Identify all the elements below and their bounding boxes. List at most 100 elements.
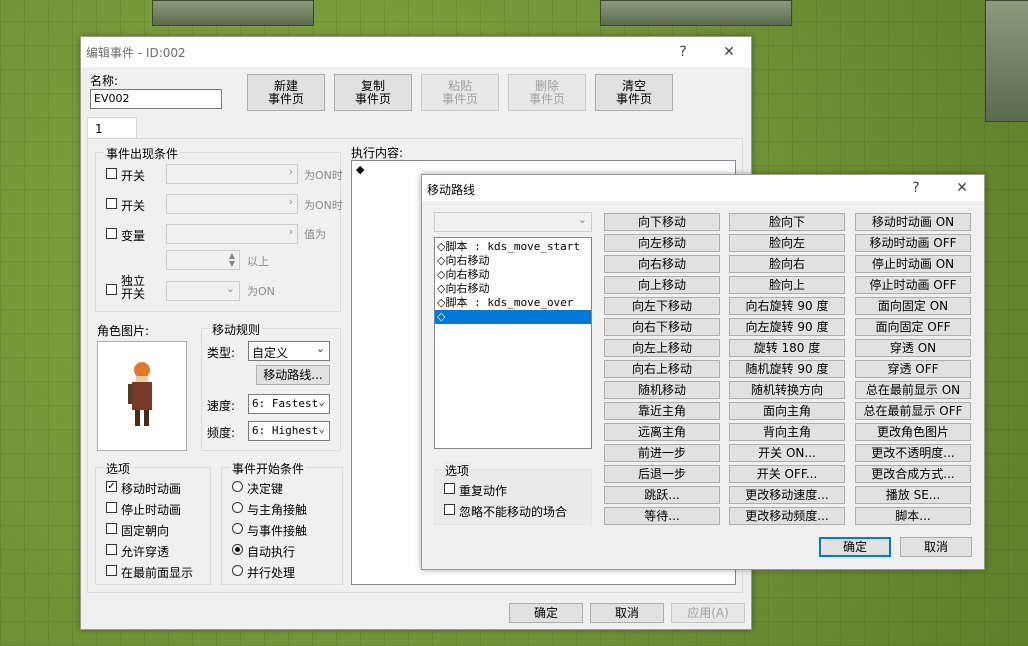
variable-checkbox[interactable] <box>106 228 117 239</box>
clear-page-button[interactable]: 清空 事件页 <box>595 74 673 111</box>
route-command-button[interactable]: 总在最前显示 OFF <box>855 402 971 420</box>
tab-page-1[interactable]: 1 <box>87 117 137 139</box>
route-command-button[interactable]: 向上移动 <box>604 276 720 294</box>
trigger-radio[interactable] <box>232 523 243 534</box>
route-command-button[interactable]: 背向主角 <box>729 423 845 441</box>
dialog-title: 移动路线 <box>427 183 476 197</box>
route-command-button[interactable]: 向右上移动 <box>604 360 720 378</box>
route-command-button[interactable]: 移动时动画 OFF <box>855 234 971 252</box>
route-command-button[interactable]: 等待... <box>604 507 720 525</box>
option-checkbox[interactable] <box>106 544 117 555</box>
route-list-item[interactable]: ◇脚本 : kds_move_over <box>435 296 591 310</box>
route-list-item[interactable]: ◇向右移动 <box>435 254 591 268</box>
list-item-marker: ◇ <box>437 310 446 323</box>
cancel-button[interactable]: 取消 <box>590 603 664 623</box>
switch1-checkbox[interactable] <box>106 168 117 179</box>
route-command-button[interactable]: 脸向左 <box>729 234 845 252</box>
route-command-button[interactable]: 向左移动 <box>604 234 720 252</box>
new-page-button[interactable]: 新建 事件页 <box>247 74 325 111</box>
option-checkbox[interactable] <box>106 523 117 534</box>
route-command-button[interactable]: 开关 ON... <box>729 444 845 462</box>
route-command-button[interactable]: 向左旋转 90 度 <box>729 318 845 336</box>
route-command-button[interactable]: 更改移动速度... <box>729 486 845 504</box>
route-command-button[interactable]: 播放 SE... <box>855 486 971 504</box>
route-command-button[interactable]: 脚本... <box>855 507 971 525</box>
route-cancel-button[interactable]: 取消 <box>900 537 972 557</box>
option-checkbox[interactable] <box>106 565 117 576</box>
route-list[interactable]: ◇脚本 : kds_move_start ◇向右移动 ◇向右移动 ◇向右移动 ◇脚本 :… <box>434 237 592 449</box>
route-command-button[interactable]: 后退一步 <box>604 465 720 483</box>
graphic-label: 角色图片: <box>97 324 150 338</box>
route-command-button[interactable]: 随机转换方向 <box>729 381 845 399</box>
list-item-text: 向右移动 <box>445 254 490 267</box>
copy-page-button[interactable]: 复制 事件页 <box>334 74 412 111</box>
move-route-button[interactable]: 移动路线... <box>256 365 330 385</box>
close-icon[interactable]: ✕ <box>950 177 974 199</box>
trigger-radio[interactable] <box>232 544 243 555</box>
self-switch-select: ⌄ <box>166 281 240 301</box>
route-command-button[interactable]: 移动时动画 ON <box>855 213 971 231</box>
route-command-button[interactable]: 停止时动画 ON <box>855 255 971 273</box>
route-command-button[interactable]: 靠近主角 <box>604 402 720 420</box>
route-command-button[interactable]: 穿透 ON <box>855 339 971 357</box>
paste-page-button[interactable]: 粘贴 事件页 <box>421 74 499 111</box>
switch2-label: 开关 <box>121 199 146 213</box>
freq-select[interactable]: 6: Highest ⌄ <box>248 421 330 441</box>
route-command-button[interactable]: 旋转 180 度 <box>729 339 845 357</box>
repeat-checkbox[interactable] <box>444 483 455 494</box>
skip-checkbox[interactable] <box>444 504 455 515</box>
route-list-item[interactable]: ◇ <box>435 310 591 324</box>
route-command-button[interactable]: 开关 OFF... <box>729 465 845 483</box>
trigger-radio[interactable] <box>232 502 243 513</box>
contents-label: 执行内容: <box>351 146 404 160</box>
option-checkbox[interactable] <box>106 502 117 513</box>
route-list-item[interactable]: ◇脚本 : kds_move_start <box>435 240 591 254</box>
route-command-button[interactable]: 前进一步 <box>604 444 720 462</box>
move-type-select[interactable]: 自定义 ⌄ <box>248 341 330 361</box>
route-command-button[interactable]: 向右旋转 90 度 <box>729 297 845 315</box>
tab-label: 1 <box>95 122 103 136</box>
trigger-radio[interactable] <box>232 565 243 576</box>
switch2-checkbox[interactable] <box>106 198 117 209</box>
route-command-button[interactable]: 穿透 OFF <box>855 360 971 378</box>
route-command-button[interactable]: 更改角色图片 <box>855 423 971 441</box>
name-input[interactable]: EV002 <box>90 89 222 109</box>
route-command-button[interactable]: 向左下移动 <box>604 297 720 315</box>
speed-label: 速度: <box>207 399 236 413</box>
route-command-button[interactable]: 脸向右 <box>729 255 845 273</box>
route-command-button[interactable]: 远离主角 <box>604 423 720 441</box>
route-command-button[interactable]: 脸向下 <box>729 213 845 231</box>
route-command-button[interactable]: 向右下移动 <box>604 318 720 336</box>
route-command-button[interactable]: 面向固定 ON <box>855 297 971 315</box>
self-switch-checkbox[interactable] <box>106 284 117 295</box>
ok-button[interactable]: 确定 <box>509 603 583 623</box>
route-list-item[interactable]: ◇向右移动 <box>435 268 591 282</box>
route-command-button[interactable]: 向左上移动 <box>604 339 720 357</box>
route-command-button[interactable]: 更改合成方式... <box>855 465 971 483</box>
route-command-button[interactable]: 向右移动 <box>604 255 720 273</box>
apply-button[interactable]: 应用(A) <box>671 603 745 623</box>
route-list-item[interactable]: ◇向右移动 <box>435 282 591 296</box>
route-command-button[interactable]: 向下移动 <box>604 213 720 231</box>
delete-page-button[interactable]: 删除 事件页 <box>508 74 586 111</box>
route-command-button[interactable]: 随机旋转 90 度 <box>729 360 845 378</box>
help-icon[interactable]: ? <box>671 41 695 63</box>
self-switch-suffix: 为ON <box>247 285 275 298</box>
route-command-button[interactable]: 总在最前显示 ON <box>855 381 971 399</box>
help-icon[interactable]: ? <box>904 177 928 199</box>
route-command-button[interactable]: 面向主角 <box>729 402 845 420</box>
route-ok-button[interactable]: 确定 <box>819 537 891 557</box>
route-command-button[interactable]: 停止时动画 OFF <box>855 276 971 294</box>
route-command-button[interactable]: 更改移动频度... <box>729 507 845 525</box>
route-command-button[interactable]: 跳跃... <box>604 486 720 504</box>
target-select: ⌄ <box>434 212 592 232</box>
option-checkbox[interactable]: ✓ <box>106 481 117 492</box>
trigger-radio[interactable] <box>232 481 243 492</box>
route-command-button[interactable]: 更改不透明度... <box>855 444 971 462</box>
speed-select[interactable]: 6: Fastest ⌄ <box>248 394 330 414</box>
route-command-button[interactable]: 脸向上 <box>729 276 845 294</box>
route-command-button[interactable]: 面向固定 OFF <box>855 318 971 336</box>
character-graphic[interactable] <box>97 341 187 451</box>
route-command-button[interactable]: 随机移动 <box>604 381 720 399</box>
close-icon[interactable]: ✕ <box>717 41 741 63</box>
